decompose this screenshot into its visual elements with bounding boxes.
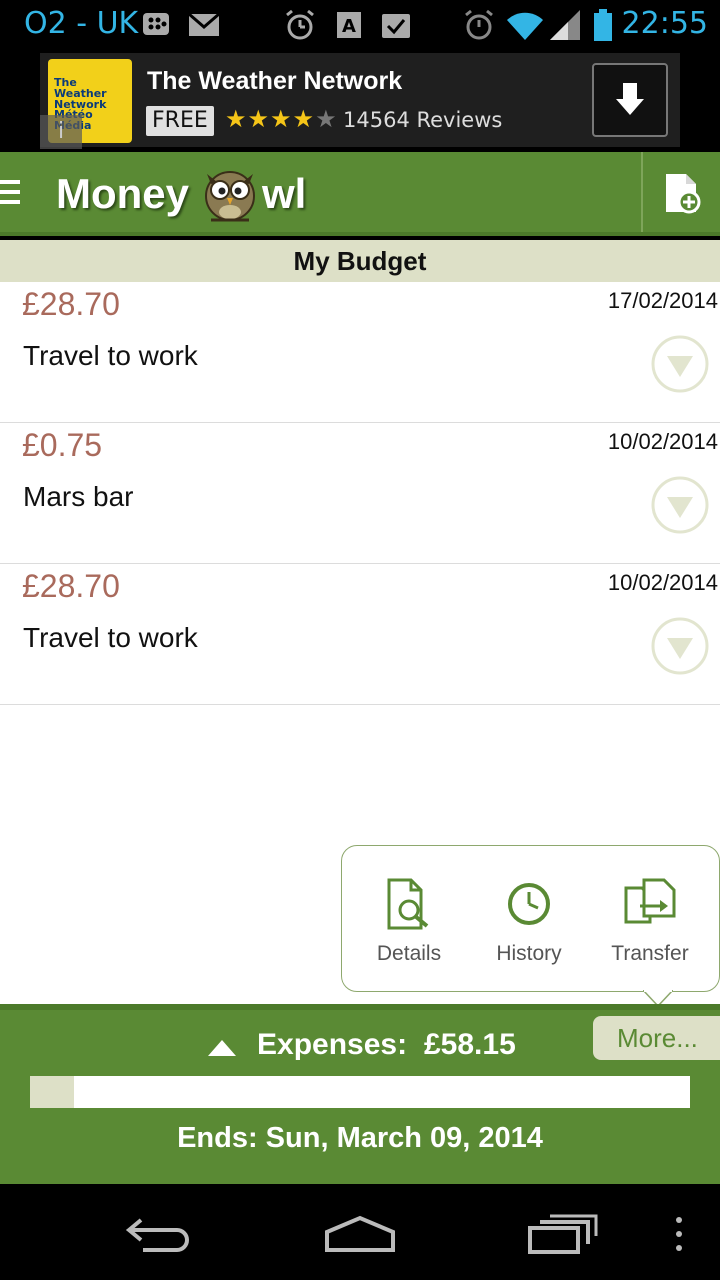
appbar-divider <box>641 152 643 232</box>
task-check-icon <box>382 14 410 38</box>
transaction-amount: £0.75 <box>22 427 103 463</box>
ad-rating-stars: ★★★★★ <box>225 105 338 133</box>
home-icon[interactable] <box>323 1212 397 1256</box>
download-arrow-icon <box>616 83 644 115</box>
star-icon: ★★★★ <box>225 105 316 133</box>
budget-title: My Budget <box>0 240 720 282</box>
bbm-icon <box>143 13 169 35</box>
logo-text-wl: wl <box>262 170 307 217</box>
gmail-icon <box>188 12 220 36</box>
recent-apps-icon[interactable] <box>526 1212 600 1256</box>
expand-chevron-icon[interactable] <box>650 475 710 535</box>
navigation-bar <box>0 1184 720 1280</box>
transaction-date: 10/02/2014 <box>607 570 718 595</box>
transfer-icon <box>624 878 676 924</box>
transfer-button[interactable]: Transfer <box>590 876 710 976</box>
alarm-icon <box>465 9 493 40</box>
ad-title: The Weather Network <box>147 67 403 95</box>
details-icon <box>387 878 429 930</box>
clock-icon <box>508 883 550 925</box>
expenses-label: Expenses: <box>257 1028 408 1061</box>
budget-end-date: Ends: Sun, March 09, 2014 <box>177 1122 543 1154</box>
logo-text-money: Money <box>56 170 190 217</box>
budget-progress-fill <box>30 1076 74 1108</box>
ad-info-icon[interactable]: i <box>40 115 82 149</box>
wifi-icon <box>507 12 543 41</box>
transaction-description: Mars bar <box>23 481 134 512</box>
details-label: Details <box>376 942 442 965</box>
transaction-date: 17/02/2014 <box>607 288 718 313</box>
star-empty-icon: ★ <box>315 105 338 133</box>
transaction-date: 10/02/2014 <box>607 429 718 454</box>
transaction-description: Travel to work <box>23 622 198 653</box>
download-button[interactable] <box>592 63 668 137</box>
transaction-row[interactable]: £28.70 10/02/2014 Travel to work <box>0 564 720 705</box>
owl-icon <box>205 171 255 222</box>
ad-logo-text-1: The Weather Network <box>54 76 107 111</box>
font-icon: A <box>337 12 361 38</box>
transfer-label: Transfer <box>611 942 689 965</box>
more-actions-popup: Details History Transfer <box>341 845 720 992</box>
transaction-row[interactable]: £0.75 10/02/2014 Mars bar <box>0 423 720 564</box>
svg-text:A: A <box>342 16 356 37</box>
signal-icon <box>550 10 580 40</box>
app-bar: Money wl <box>0 152 720 236</box>
back-icon[interactable] <box>123 1212 197 1256</box>
ad-content[interactable]: The Weather Network Météo Média i The We… <box>40 53 680 149</box>
history-button[interactable]: History <box>469 876 589 976</box>
overflow-menu-icon[interactable] <box>664 1212 694 1256</box>
ad-banner[interactable]: The Weather Network Météo Média i The We… <box>0 50 720 152</box>
ad-price-badge: FREE <box>146 106 214 136</box>
alarm-clock-icon <box>286 9 314 40</box>
clock: 22:55 <box>621 6 708 41</box>
transaction-amount: £28.70 <box>22 568 120 604</box>
details-button[interactable]: Details <box>349 876 469 976</box>
expand-chevron-icon[interactable] <box>650 334 710 394</box>
menu-icon[interactable] <box>0 180 20 206</box>
battery-icon <box>594 9 612 41</box>
budget-progress-bar <box>30 1076 690 1108</box>
carrier-name: O2 - UK <box>24 6 139 41</box>
budget-footer: Expenses: £58.15 More... Ends: Sun, Marc… <box>0 1004 720 1184</box>
ad-review-count: 14564 Reviews <box>343 108 503 132</box>
expenses-total: £58.15 <box>424 1028 516 1061</box>
transaction-amount: £28.70 <box>22 286 120 322</box>
more-button[interactable]: More... <box>593 1016 720 1060</box>
transaction-description: Travel to work <box>23 340 198 371</box>
expand-chevron-icon[interactable] <box>650 616 710 676</box>
history-label: History <box>496 942 562 965</box>
status-bar: O2 - UK A 22:55 <box>0 0 720 50</box>
transaction-row[interactable]: £28.70 17/02/2014 Travel to work <box>0 282 720 423</box>
add-document-icon[interactable] <box>658 170 704 216</box>
expand-up-icon[interactable] <box>208 1038 236 1058</box>
